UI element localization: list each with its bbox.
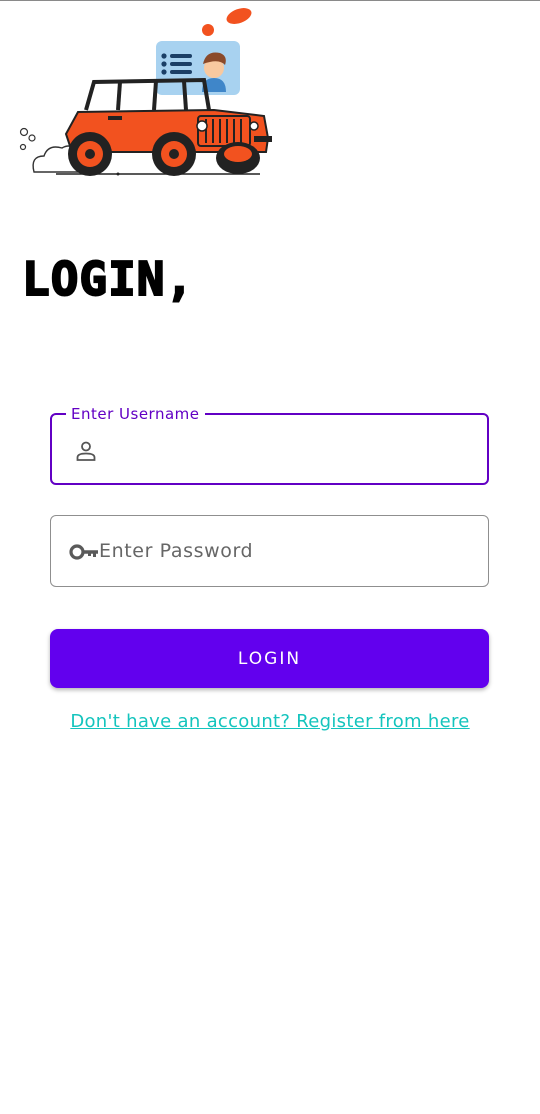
jeep-illustration bbox=[19, 8, 272, 176]
password-field[interactable] bbox=[50, 515, 489, 587]
page-title: LOGIN, bbox=[21, 251, 195, 307]
login-button[interactable]: LOGIN bbox=[50, 629, 489, 688]
username-input[interactable] bbox=[100, 415, 480, 483]
person-icon bbox=[76, 441, 96, 461]
username-field[interactable]: Enter Username bbox=[50, 405, 489, 485]
password-input[interactable] bbox=[99, 516, 479, 586]
top-divider bbox=[0, 0, 540, 1]
key-icon bbox=[69, 544, 98, 560]
register-link[interactable]: Don't have an account? Register from her… bbox=[0, 711, 540, 732]
